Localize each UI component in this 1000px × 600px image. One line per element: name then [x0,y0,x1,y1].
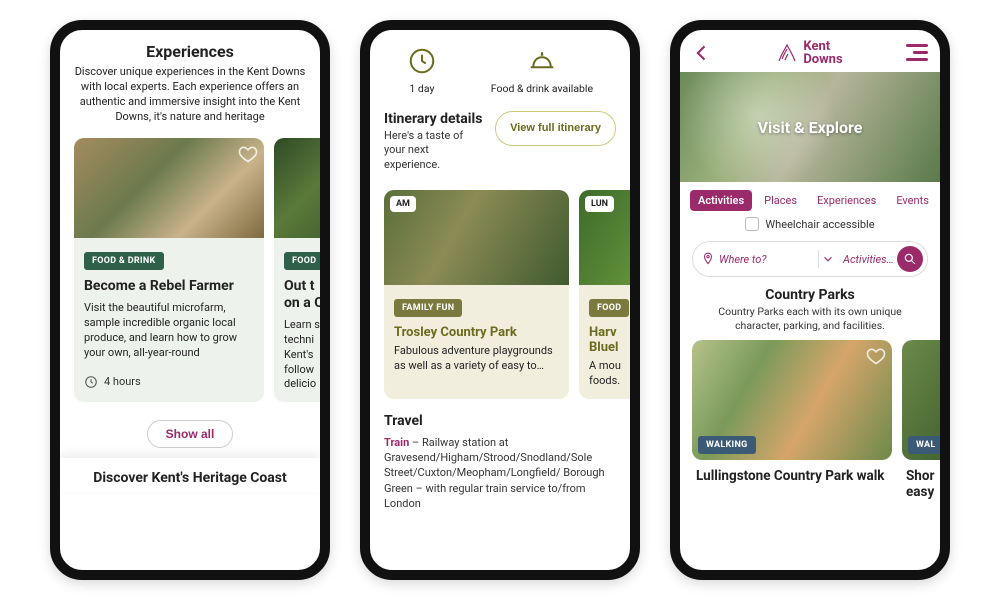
category-tag: FOOD & DRINK [84,252,164,270]
search-bar: Where to? Activities… [692,241,928,277]
card-title-partial: Harv Bluel [589,325,630,355]
category-tag: FAMILY FUN [394,299,462,317]
activities-input[interactable]: Activities… [837,253,897,266]
screen: 1 day Food & drink available Itinerary d… [370,30,630,570]
screen: Experiences Discover unique experiences … [60,30,320,570]
itinerary-card[interactable]: AM FAMILY FUN Trosley Country Park Fabul… [384,190,569,399]
duration-meta: 4 hours [84,375,254,389]
show-all-button[interactable]: Show all [147,420,234,448]
time-badge: AM [390,196,416,212]
tab-activities[interactable]: Activities [690,190,752,211]
card-description-partial: A mou foods. [589,359,630,389]
card-image: AM [384,190,569,285]
itinerary-card-partial[interactable]: LUN FOOD Harv Bluel A mou foods. [579,190,630,399]
itinerary-subtitle: Here's a taste of your next experience. [384,129,485,172]
info-label: Food & drink available [491,82,593,95]
cloche-icon [527,46,557,76]
heart-icon[interactable] [866,346,886,366]
experience-card[interactable]: FOOD & DRINK Become a Rebel Farmer Visit… [74,138,264,402]
card-image [274,138,320,238]
category-tag: WALKING [698,436,756,454]
wheelchair-label: Wheelchair accessible [765,218,874,231]
park-card[interactable]: WALKING Lullingstone Country Park walk [692,340,892,502]
tab-experiences[interactable]: Experiences [809,190,884,211]
duration-text: 4 hours [104,375,141,388]
tab-events[interactable]: Events [888,190,937,211]
itinerary-cards-row[interactable]: AM FAMILY FUN Trosley Country Park Fabul… [370,184,630,399]
category-tag: WAL [908,436,940,454]
clock-icon [407,46,437,76]
card-image: WAL [902,340,940,460]
card-title-partial: Out t on a C [284,278,320,312]
search-button[interactable] [897,246,923,272]
section-description: Country Parks each with its own unique c… [698,305,922,332]
itinerary-title: Itinerary details [384,111,485,127]
tabs-row: Activities Places Experiences Events [680,182,940,215]
card-image [74,138,264,238]
phone-itinerary: 1 day Food & drink available Itinerary d… [360,20,640,580]
phone-visit-explore: Kent Downs Visit & Explore Activities Pl… [670,20,950,580]
clock-icon [84,375,98,389]
park-card-partial[interactable]: WAL Shor easy [902,340,940,502]
search-icon [903,252,917,266]
phone-experiences: Experiences Discover unique experiences … [50,20,330,580]
info-label: 1 day [409,82,434,95]
section-description: Discover unique experiences in the Kent … [74,65,306,124]
card-description-partial: Learn s techni Kent's follow delicio [284,318,320,392]
wheelchair-checkbox[interactable] [745,217,759,231]
card-title-partial: Shor easy [906,468,940,500]
where-input[interactable]: Where to? [715,253,818,266]
travel-heading: Travel [384,413,616,429]
hero-title: Visit & Explore [758,118,863,137]
back-icon[interactable] [692,43,712,63]
screen: Kent Downs Visit & Explore Activities Pl… [680,30,940,570]
card-image: LUN [579,190,630,285]
hero-banner: Visit & Explore [680,72,940,182]
category-tag: FOOD [284,252,320,270]
card-description: Visit the beautiful microfarm, sample in… [84,301,254,360]
info-food: Food & drink available [491,46,593,95]
brand-line2: Downs [803,53,842,66]
logo-icon [775,41,799,65]
card-title: Lullingstone Country Park walk [696,468,888,484]
next-section-title: Discover Kent's Heritage Coast [60,458,320,492]
experience-cards-row[interactable]: FOOD & DRINK Become a Rebel Farmer Visit… [60,138,320,402]
card-title: Trosley Country Park [394,325,559,340]
card-description: Fabulous adventure playgrounds as well a… [394,344,559,374]
travel-body: Train – Railway station at Gravesend/Hig… [384,435,616,512]
view-full-itinerary-button[interactable]: View full itinerary [495,111,616,146]
card-title: Become a Rebel Farmer [84,278,254,295]
chevron-down-icon[interactable] [819,252,837,266]
card-image: WALKING [692,340,892,460]
category-tag: FOOD [589,299,629,317]
section-title: Country Parks [680,287,940,303]
travel-mode-train: Train [384,436,409,449]
menu-icon[interactable] [906,44,928,62]
heart-icon[interactable] [238,144,258,164]
info-duration: 1 day [407,46,437,95]
time-badge: LUN [585,196,614,212]
tab-places[interactable]: Places [756,190,805,211]
experience-card-partial[interactable]: FOOD Out t on a C Learn s techni Kent's … [274,138,320,402]
section-title: Experiences [74,42,306,61]
brand-logo[interactable]: Kent Downs [775,40,842,66]
park-cards-row[interactable]: WALKING Lullingstone Country Park walk W… [680,340,940,502]
pin-icon [701,252,715,266]
